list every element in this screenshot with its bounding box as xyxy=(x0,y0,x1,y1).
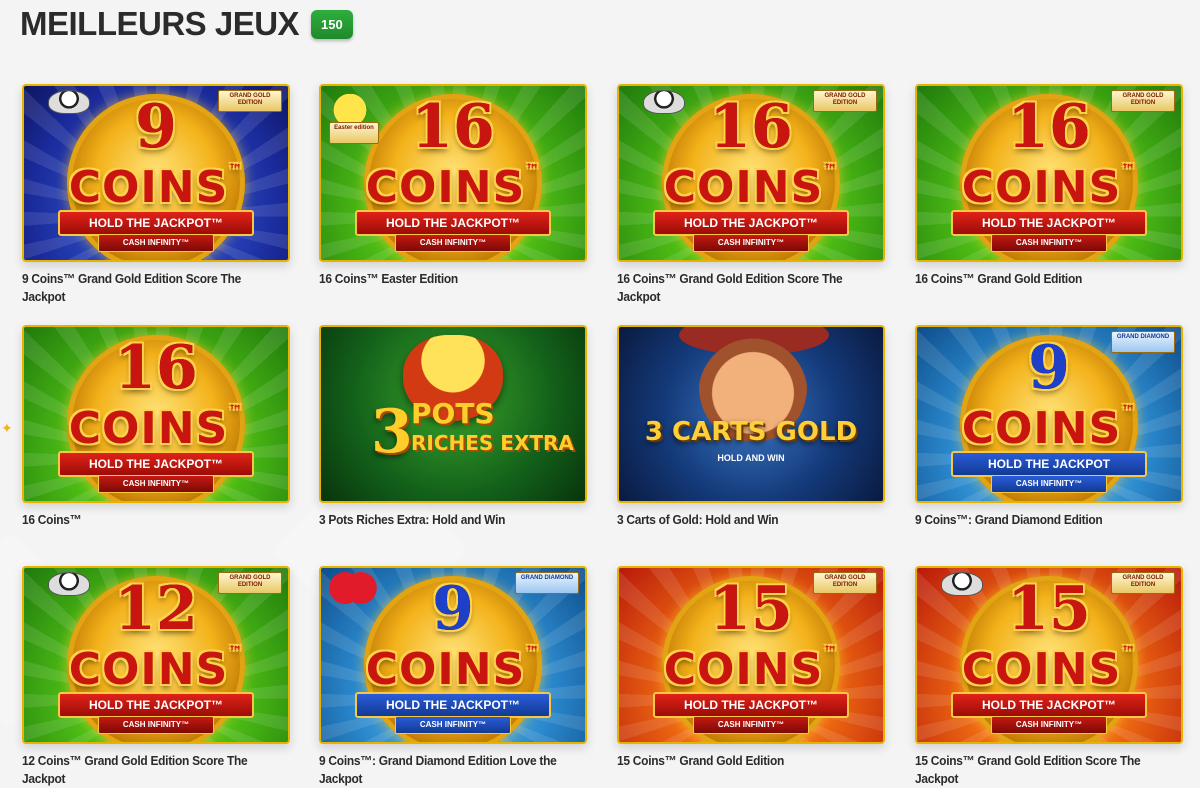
game-logo-subtext: HOLD AND WIN xyxy=(717,453,785,463)
game-card[interactable]: 3 POTS RICHES EXTRA 3 Pots Riches Extra:… xyxy=(319,325,587,529)
game-number: 15 xyxy=(1007,574,1091,644)
game-card[interactable]: GRAND GOLD EDITION 16 COINS™ HOLD THE JA… xyxy=(617,84,885,306)
game-card[interactable]: 16 COINS™ HOLD THE JACKPOT™ CASH INFINIT… xyxy=(22,325,290,529)
edition-badge: Easter edition xyxy=(329,122,379,144)
jackpot-ribbon: HOLD THE JACKPOT™ xyxy=(355,210,551,236)
jackpot-ribbon: HOLD THE JACKPOT™ xyxy=(653,692,849,718)
game-thumbnail[interactable]: GRAND GOLD EDITION 15 COINS™ HOLD THE JA… xyxy=(915,566,1183,744)
game-number: 3 xyxy=(371,397,413,467)
game-thumbnail[interactable]: 3 POTS RICHES EXTRA xyxy=(319,325,587,503)
game-coins-text: COINS™ xyxy=(961,644,1137,695)
cash-infinity-ribbon: CASH INFINITY™ xyxy=(693,716,809,734)
game-thumbnail[interactable]: 16 COINS™ HOLD THE JACKPOT™ CASH INFINIT… xyxy=(319,84,587,262)
game-title[interactable]: 16 Coins™ Easter Edition xyxy=(319,270,566,288)
game-thumbnail[interactable]: GRAND DIAMOND 9 COINS™ HOLD THE JACKPOT … xyxy=(915,325,1183,503)
game-number: 9 xyxy=(135,92,177,162)
game-coins-text: COINS™ xyxy=(961,403,1137,454)
game-coins-text: COINS™ xyxy=(365,644,541,695)
game-thumbnail[interactable]: GRAND GOLD EDITION 15 COINS™ HOLD THE JA… xyxy=(617,566,885,744)
game-thumbnail[interactable]: 16 COINS™ HOLD THE JACKPOT™ CASH INFINIT… xyxy=(22,325,290,503)
jackpot-ribbon: HOLD THE JACKPOT™ xyxy=(58,210,254,236)
game-card[interactable]: GRAND DIAMOND 9 COINS™ HOLD THE JACKPOT … xyxy=(915,325,1183,529)
game-thumbnail[interactable]: GRAND GOLD EDITION 12 COINS™ HOLD THE JA… xyxy=(22,566,290,744)
cash-infinity-ribbon: CASH INFINITY™ xyxy=(98,234,214,252)
jackpot-ribbon: HOLD THE JACKPOT™ xyxy=(58,692,254,718)
game-number: 9 xyxy=(1028,333,1070,403)
game-number: 9 xyxy=(432,574,474,644)
jackpot-ribbon: HOLD THE JACKPOT™ xyxy=(653,210,849,236)
game-logo-text: 3 CARTS GOLD xyxy=(644,417,858,447)
star-icon: ✦ xyxy=(1,420,13,436)
game-number: 16 xyxy=(709,92,793,162)
cash-infinity-ribbon: CASH INFINITY™ xyxy=(98,475,214,493)
game-card[interactable]: GRAND GOLD EDITION 9 COINS™ HOLD THE JAC… xyxy=(22,84,290,306)
game-number: 16 xyxy=(114,333,198,403)
game-title[interactable]: 12 Coins™ Grand Gold Edition Score The J… xyxy=(22,752,269,788)
cash-infinity-ribbon: CASH INFINITY™ xyxy=(395,234,511,252)
game-title[interactable]: 16 Coins™ Grand Gold Edition Score The J… xyxy=(617,270,864,306)
cash-infinity-ribbon: CASH INFINITY™ xyxy=(395,716,511,734)
jackpot-ribbon: HOLD THE JACKPOT™ xyxy=(951,210,1147,236)
game-coins-text: COINS™ xyxy=(663,162,839,213)
game-card[interactable]: 3 CARTS GOLD HOLD AND WIN 3 Carts of Gol… xyxy=(617,325,885,529)
cash-infinity-ribbon: CASH INFINITY™ xyxy=(991,475,1107,493)
game-card[interactable]: GRAND GOLD EDITION 15 COINS™ HOLD THE JA… xyxy=(617,566,885,770)
cash-infinity-ribbon: CASH INFINITY™ xyxy=(693,234,809,252)
game-number: 15 xyxy=(709,574,793,644)
game-title[interactable]: 3 Carts of Gold: Hold and Win xyxy=(617,511,864,529)
game-thumbnail[interactable]: GRAND GOLD EDITION 16 COINS™ HOLD THE JA… xyxy=(915,84,1183,262)
game-thumbnail[interactable]: GRAND DIAMOND 9 COINS™ HOLD THE JACKPOT™… xyxy=(319,566,587,744)
jackpot-ribbon: HOLD THE JACKPOT™ xyxy=(355,692,551,718)
game-coins-text: COINS™ xyxy=(68,162,244,213)
cash-infinity-ribbon: CASH INFINITY™ xyxy=(98,716,214,734)
game-card[interactable]: GRAND GOLD EDITION 15 COINS™ HOLD THE JA… xyxy=(915,566,1183,788)
game-thumbnail[interactable]: 3 CARTS GOLD HOLD AND WIN xyxy=(617,325,885,503)
game-card[interactable]: GRAND GOLD EDITION 12 COINS™ HOLD THE JA… xyxy=(22,566,290,788)
game-coins-text: COINS™ xyxy=(68,403,244,454)
game-logo-text: POTS xyxy=(411,397,495,430)
game-coins-text: COINS™ xyxy=(365,162,541,213)
cash-infinity-ribbon: CASH INFINITY™ xyxy=(991,716,1107,734)
game-card[interactable]: GRAND GOLD EDITION 16 COINS™ HOLD THE JA… xyxy=(915,84,1183,288)
game-count-badge: 150 xyxy=(311,9,353,39)
game-coins-text: COINS™ xyxy=(68,644,244,695)
game-title[interactable]: 16 Coins™ xyxy=(22,511,269,529)
game-title[interactable]: 15 Coins™ Grand Gold Edition xyxy=(617,752,864,770)
jackpot-ribbon: HOLD THE JACKPOT xyxy=(951,451,1147,477)
cash-infinity-ribbon: CASH INFINITY™ xyxy=(991,234,1107,252)
jackpot-ribbon: HOLD THE JACKPOT™ xyxy=(58,451,254,477)
jackpot-ribbon: HOLD THE JACKPOT™ xyxy=(951,692,1147,718)
game-thumbnail[interactable]: GRAND GOLD EDITION 9 COINS™ HOLD THE JAC… xyxy=(22,84,290,262)
game-coins-text: COINS™ xyxy=(663,644,839,695)
game-title[interactable]: 15 Coins™ Grand Gold Edition Score The J… xyxy=(915,752,1162,788)
game-title[interactable]: 9 Coins™: Grand Diamond Edition xyxy=(915,511,1162,529)
game-card[interactable]: GRAND DIAMOND 9 COINS™ HOLD THE JACKPOT™… xyxy=(319,566,587,788)
game-thumbnail[interactable]: GRAND GOLD EDITION 16 COINS™ HOLD THE JA… xyxy=(617,84,885,262)
section-title: MEILLEURS JEUX xyxy=(20,5,300,42)
game-number: 16 xyxy=(1007,92,1091,162)
game-coins-text: COINS™ xyxy=(961,162,1137,213)
game-logo-subtext: RICHES EXTRA xyxy=(411,431,574,455)
game-card[interactable]: 16 COINS™ HOLD THE JACKPOT™ CASH INFINIT… xyxy=(319,84,587,288)
game-title[interactable]: 16 Coins™ Grand Gold Edition xyxy=(915,270,1162,288)
game-title[interactable]: 3 Pots Riches Extra: Hold and Win xyxy=(319,511,566,529)
section-header: MEILLEURS JEUX 150 xyxy=(20,4,353,44)
game-title[interactable]: 9 Coins™: Grand Diamond Edition Love the… xyxy=(319,752,566,788)
game-number: 12 xyxy=(114,574,198,644)
game-title[interactable]: 9 Coins™ Grand Gold Edition Score The Ja… xyxy=(22,270,269,306)
